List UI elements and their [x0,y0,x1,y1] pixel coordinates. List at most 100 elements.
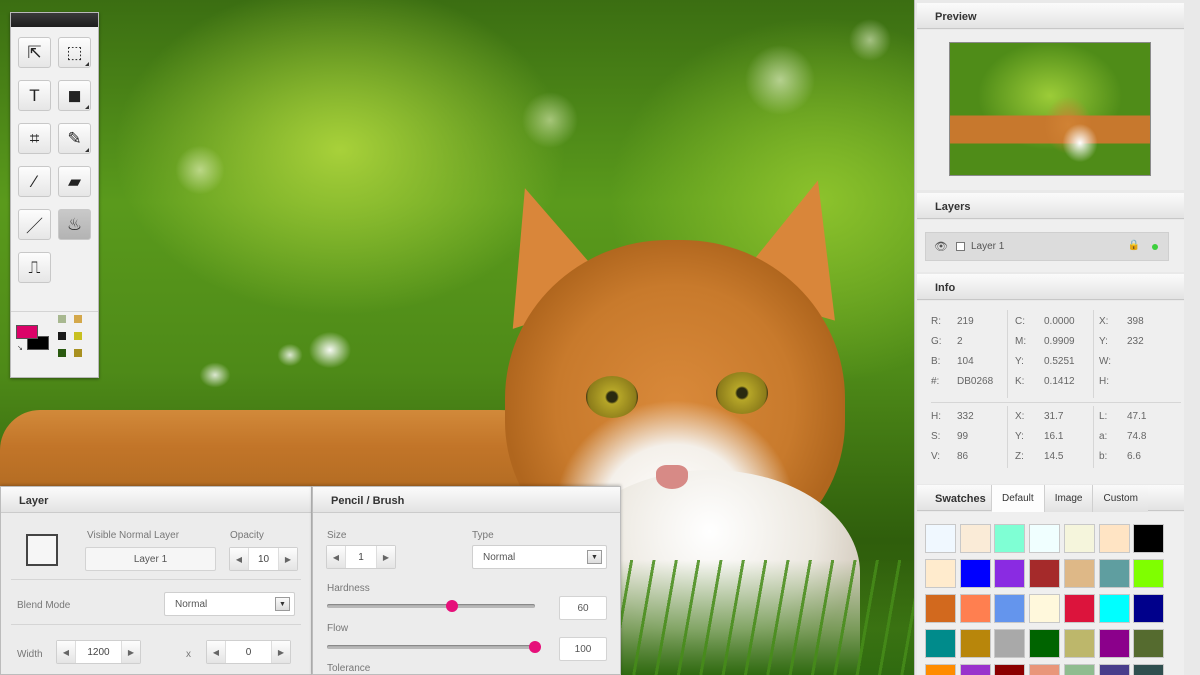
rgb-key: B: [931,356,941,367]
color-swatch[interactable] [1029,559,1061,588]
color-swatch[interactable] [1098,594,1130,623]
preview-thumbnail[interactable] [949,42,1151,176]
mini-swatch[interactable] [58,349,66,357]
color-swatch[interactable] [1029,524,1061,553]
mini-swatch[interactable] [74,332,82,340]
tab-image[interactable]: Image [1043,485,1093,512]
move-tool[interactable]: ⇱ [18,37,51,68]
layer-checkbox[interactable] [955,242,965,251]
flow-slider-handle[interactable] [529,641,541,653]
blend-mode-select[interactable]: Normal ▼ [164,592,295,616]
flyout-corner-icon [85,148,89,152]
brush-type-select[interactable]: Normal ▼ [472,545,607,569]
lock-icon[interactable]: 🔒 [1128,240,1140,251]
shape-tool[interactable]: ◼ [58,80,91,111]
mini-swatch[interactable] [58,332,66,340]
decrement-icon[interactable]: ◀ [327,546,345,568]
flow-value[interactable]: 100 [559,637,607,661]
tab-custom[interactable]: Custom [1092,485,1148,512]
hardness-value[interactable]: 60 [559,596,607,620]
color-swatch[interactable] [925,524,956,553]
color-swatch[interactable] [1029,629,1061,658]
increment-icon[interactable]: ▶ [377,546,395,568]
cmyk-key: K: [1015,376,1025,387]
width-stepper[interactable]: ◀ 1200 ▶ [56,640,141,664]
chevron-down-icon[interactable]: ▼ [587,550,602,564]
color-swatch[interactable] [1133,594,1165,623]
mini-swatch[interactable] [58,315,66,323]
text-tool[interactable]: T [18,80,51,111]
swap-colors-icon[interactable]: ↘ [17,344,23,352]
mini-swatch[interactable] [74,349,82,357]
pencil-tool[interactable]: ／ [18,209,51,240]
tab-default[interactable]: Default [991,485,1044,512]
color-swatch[interactable] [925,594,956,623]
color-swatch[interactable] [1133,524,1165,553]
color-swatch[interactable] [1029,594,1061,623]
crop-tool[interactable]: ⌗ [18,123,51,154]
width-value[interactable]: 1200 [75,641,122,663]
color-swatch[interactable] [925,629,956,658]
opacity-value[interactable]: 10 [248,548,279,570]
brush-tool[interactable]: ✎ [58,123,91,154]
tools-panel-handle[interactable] [11,13,98,27]
bucket-tool[interactable]: ♨ [58,209,91,240]
hardness-slider[interactable] [327,600,535,612]
rgb-key: R: [931,316,941,327]
color-swatch[interactable] [994,594,1026,623]
color-swatch[interactable] [925,664,956,675]
increment-icon[interactable]: ▶ [122,641,140,663]
color-swatch[interactable] [1098,629,1130,658]
color-swatch[interactable] [1063,664,1095,675]
increment-icon[interactable]: ▶ [279,548,297,570]
color-swatch[interactable] [925,559,956,588]
layer-name: Layer 1 [970,241,1005,252]
color-swatch[interactable] [1098,524,1130,553]
color-swatch[interactable] [959,629,991,658]
color-swatch[interactable] [1133,664,1165,675]
color-swatch[interactable] [1029,664,1061,675]
color-swatch[interactable] [994,629,1026,658]
flow-slider[interactable] [327,641,541,653]
color-swatch[interactable] [1098,559,1130,588]
eyedropper-tool[interactable]: ⁄ [18,166,51,197]
size-value[interactable]: 1 [345,546,377,568]
height-stepper[interactable]: ◀ 0 ▶ [206,640,291,664]
hardness-slider-handle[interactable] [445,600,458,612]
color-swatch[interactable] [959,559,991,588]
color-swatch[interactable] [959,664,991,675]
layer-name-field[interactable]: Layer 1 [85,547,216,571]
color-swatch[interactable] [994,524,1026,553]
xyz-value: 14.5 [1044,451,1064,462]
size-stepper[interactable]: ◀ 1 ▶ [326,545,396,569]
opacity-stepper[interactable]: ◀ 10 ▶ [229,547,298,571]
color-swatch[interactable] [1063,594,1095,623]
color-swatch[interactable] [959,524,991,553]
hsv-key: H: [931,411,941,422]
eraser-tool[interactable]: ▰ [58,166,91,197]
color-swatch[interactable] [1063,629,1095,658]
layer-thumbnail [26,534,58,566]
increment-icon[interactable]: ▶ [272,641,290,663]
foreground-color-swatch[interactable] [16,325,38,339]
lab-value: 47.1 [1127,411,1147,422]
stamp-tool[interactable]: ⎍ [18,252,51,283]
color-swatch[interactable] [1133,559,1165,588]
color-swatch[interactable] [1063,524,1095,553]
marquee-tool[interactable]: ⬚ [58,37,91,68]
eye-icon[interactable]: 👁 [934,240,948,253]
decrement-icon[interactable]: ◀ [230,548,248,570]
color-swatch[interactable] [994,664,1026,675]
decrement-icon[interactable]: ◀ [57,641,75,663]
color-swatch[interactable] [1063,559,1095,588]
bucket-icon: ♨ [66,214,83,234]
decrement-icon[interactable]: ◀ [207,641,225,663]
color-swatch[interactable] [959,594,991,623]
mini-swatch[interactable] [74,315,82,323]
color-swatch[interactable] [1098,664,1130,675]
chevron-down-icon[interactable]: ▼ [275,597,290,611]
layer-row[interactable]: 👁 Layer 1 🔒 [925,232,1169,261]
height-value[interactable]: 0 [225,641,272,663]
color-swatch[interactable] [1133,629,1165,658]
color-swatch[interactable] [994,559,1026,588]
